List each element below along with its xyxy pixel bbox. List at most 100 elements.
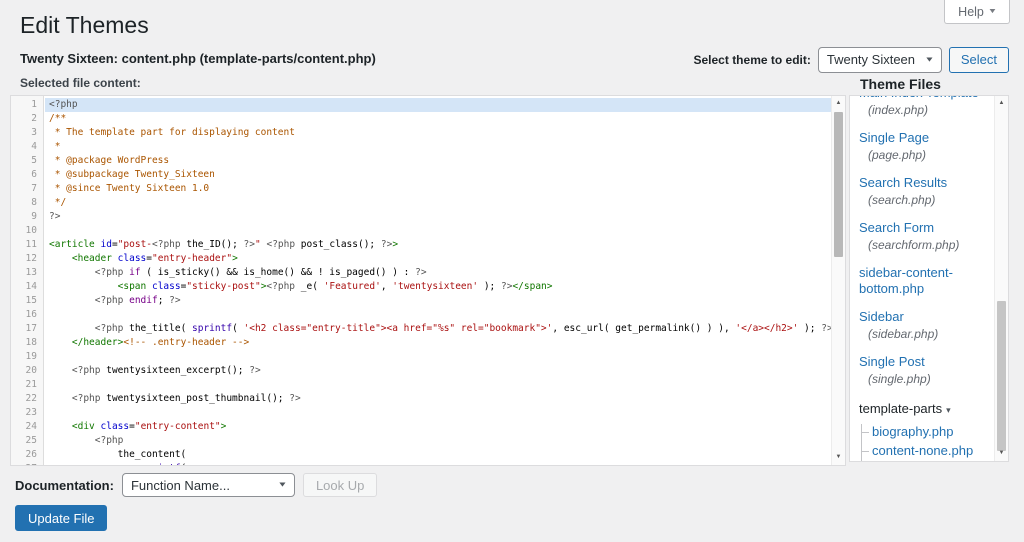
line-number: 6: [11, 168, 43, 182]
line-number: 27: [11, 462, 43, 465]
theme-select-row: Select theme to edit: Twenty Sixteen ▼ S…: [694, 46, 1010, 73]
line-number: 20: [11, 364, 43, 378]
line-number: 16: [11, 308, 43, 322]
editor-scrollbar-thumb[interactable]: [834, 112, 843, 257]
line-number: 2: [11, 112, 43, 126]
page-title: Edit Themes: [20, 12, 149, 39]
line-number: 24: [11, 420, 43, 434]
line-number: 15: [11, 294, 43, 308]
code-line: [45, 406, 831, 420]
theme-file-link[interactable]: sidebar-content-bottom.php: [859, 265, 995, 297]
theme-file-link[interactable]: Search Results: [859, 175, 995, 191]
theme-file-link[interactable]: Single Page: [859, 130, 995, 146]
theme-select[interactable]: Twenty Sixteen: [818, 47, 942, 73]
code-line: <?php if ( is_sticky() && is_home() && !…: [45, 266, 831, 280]
line-number: 18: [11, 336, 43, 350]
line-number: 3: [11, 126, 43, 140]
line-number: 14: [11, 280, 43, 294]
code-content[interactable]: <?php/** * The template part for display…: [45, 96, 831, 465]
update-file-button[interactable]: Update File: [15, 505, 107, 531]
theme-file-link[interactable]: Sidebar: [859, 309, 995, 325]
edit-themes-page: Help ▼ Edit Themes Twenty Sixteen: conte…: [0, 0, 1024, 542]
theme-files-heading: Theme Files: [860, 76, 941, 92]
scroll-up-icon[interactable]: ▲: [995, 97, 1008, 110]
theme-file-filename: (page.php): [859, 148, 995, 163]
code-line: <span class="sticky-post"><?php _e( 'Fea…: [45, 280, 831, 294]
theme-file-filename: (searchform.php): [859, 238, 995, 253]
theme-folder-toggle[interactable]: template-parts ▾: [859, 401, 995, 418]
theme-file-link[interactable]: Single Post: [859, 354, 995, 370]
folder-open-icon: ▾: [946, 405, 951, 415]
line-number: 22: [11, 392, 43, 406]
chevron-down-icon: ▼: [988, 8, 998, 15]
code-line: sprintf(: [45, 462, 831, 465]
theme-file-filename: (single.php): [859, 372, 995, 387]
code-line: <article id="post-<?php the_ID(); ?>" <?…: [45, 238, 831, 252]
look-up-button[interactable]: Look Up: [303, 473, 377, 497]
code-line: [45, 308, 831, 322]
documentation-select-wrapper: Function Name... ▼: [122, 473, 295, 497]
code-line: * @package WordPress: [45, 154, 831, 168]
theme-file-filename: (sidebar.php): [859, 327, 995, 342]
code-line: <?php the_title( sprintf( '<h2 class="en…: [45, 322, 831, 336]
code-line: [45, 224, 831, 238]
line-number: 4: [11, 140, 43, 154]
editor-scrollbar[interactable]: ▲ ▼: [831, 96, 845, 465]
code-line: ?>: [45, 210, 831, 224]
theme-file-filename: (index.php): [859, 103, 995, 118]
theme-select-wrapper: Twenty Sixteen ▼: [818, 47, 942, 73]
documentation-select[interactable]: Function Name...: [122, 473, 295, 497]
select-theme-label: Select theme to edit:: [694, 53, 811, 67]
folder-children: biography.phpcontent-none.phpcontent-pag…: [861, 424, 995, 461]
line-number: 23: [11, 406, 43, 420]
code-line: [45, 378, 831, 392]
code-line: * @since Twenty Sixteen 1.0: [45, 182, 831, 196]
line-number: 10: [11, 224, 43, 238]
code-editor: 1234567891011121314151617181920212223242…: [10, 95, 846, 466]
code-line: * @subpackage Twenty_Sixteen: [45, 168, 831, 182]
theme-file-filename: (search.php): [859, 193, 995, 208]
code-line: */: [45, 196, 831, 210]
help-button[interactable]: Help ▼: [944, 0, 1010, 24]
theme-file-link[interactable]: content-none.php: [862, 443, 995, 459]
line-number-gutter: 1234567891011121314151617181920212223242…: [11, 96, 44, 465]
code-line: *: [45, 140, 831, 154]
code-line: <div class="entry-content">: [45, 420, 831, 434]
line-number: 19: [11, 350, 43, 364]
theme-file-link[interactable]: Search Form: [859, 220, 995, 236]
code-line: /**: [45, 112, 831, 126]
code-line: <header class="entry-header">: [45, 252, 831, 266]
code-line: </header><!-- .entry-header -->: [45, 336, 831, 350]
line-number: 11: [11, 238, 43, 252]
theme-files-panel: Main Index Template (index.php) Single Pag…: [849, 95, 1009, 462]
scroll-up-icon[interactable]: ▲: [832, 97, 845, 110]
theme-files-list: Main Index Template (index.php) Single Pag…: [850, 96, 995, 461]
documentation-label: Documentation:: [15, 478, 114, 493]
code-line: <?php twentysixteen_excerpt(); ?>: [45, 364, 831, 378]
code-line: [45, 350, 831, 364]
line-number: 13: [11, 266, 43, 280]
line-number: 26: [11, 448, 43, 462]
code-line: * The template part for displaying conte…: [45, 126, 831, 140]
scroll-down-icon[interactable]: ▼: [832, 451, 845, 464]
code-line: <?php: [45, 98, 831, 112]
folder-name: template-parts: [859, 401, 942, 416]
code-line: <?php: [45, 434, 831, 448]
select-theme-button[interactable]: Select: [949, 47, 1009, 73]
line-number: 1: [11, 98, 43, 112]
line-number: 8: [11, 196, 43, 210]
file-breadcrumb: Twenty Sixteen: content.php (template-pa…: [20, 51, 376, 66]
code-line: <?php endif; ?>: [45, 294, 831, 308]
line-number: 17: [11, 322, 43, 336]
files-scrollbar[interactable]: ▲ ▼: [994, 96, 1008, 461]
theme-file-link[interactable]: biography.php: [862, 424, 995, 440]
line-number: 12: [11, 252, 43, 266]
files-scrollbar-thumb[interactable]: [997, 301, 1006, 451]
line-number: 9: [11, 210, 43, 224]
line-number: 5: [11, 154, 43, 168]
line-number: 25: [11, 434, 43, 448]
theme-file-link[interactable]: Main Index Template: [859, 96, 995, 101]
scroll-down-icon[interactable]: ▼: [995, 447, 1008, 460]
code-line: the_content(: [45, 448, 831, 462]
line-number: 7: [11, 182, 43, 196]
